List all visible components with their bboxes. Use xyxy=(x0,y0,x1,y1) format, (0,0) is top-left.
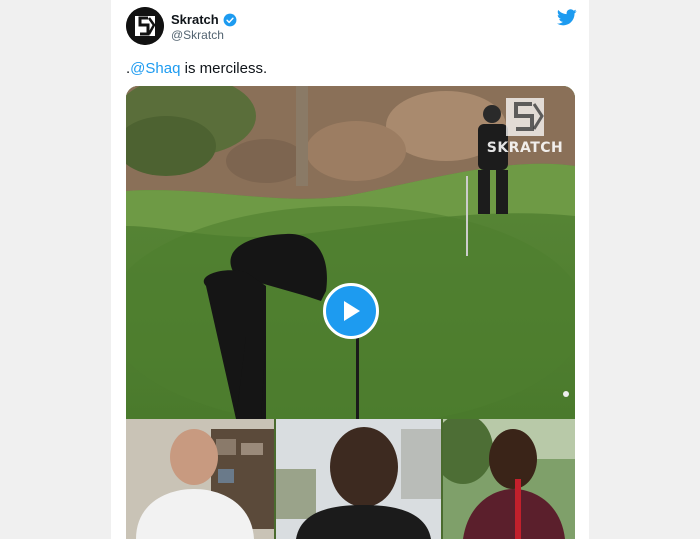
play-icon xyxy=(344,301,360,321)
webcam-panel-center xyxy=(276,419,441,539)
webcam-scene-center xyxy=(276,419,441,539)
twitter-bird-icon[interactable] xyxy=(557,9,577,26)
tweet-body: is merciless. xyxy=(180,60,268,77)
display-name[interactable]: Skratch xyxy=(171,12,219,27)
play-button[interactable] xyxy=(323,283,379,339)
webcam-scene-right xyxy=(443,419,575,539)
handle[interactable]: @Skratch xyxy=(171,28,224,42)
name-row: Skratch xyxy=(171,12,237,27)
avatar[interactable] xyxy=(126,7,164,45)
skratch-logo-icon xyxy=(126,7,164,45)
verified-badge-icon xyxy=(223,13,237,26)
video-player[interactable]: SKRATCH xyxy=(126,86,575,539)
watermark-text: SKRATCH xyxy=(486,140,564,156)
webcam-scene-left xyxy=(126,419,274,539)
mention-link[interactable]: @Shaq xyxy=(130,60,180,77)
webcam-panel-left xyxy=(126,419,274,539)
tweet-text: .@Shaq is merciless. xyxy=(126,60,267,77)
webcam-panel-right xyxy=(443,419,575,539)
tweet-card: Skratch @Skratch .@Shaq is merciless. SK… xyxy=(111,0,589,539)
